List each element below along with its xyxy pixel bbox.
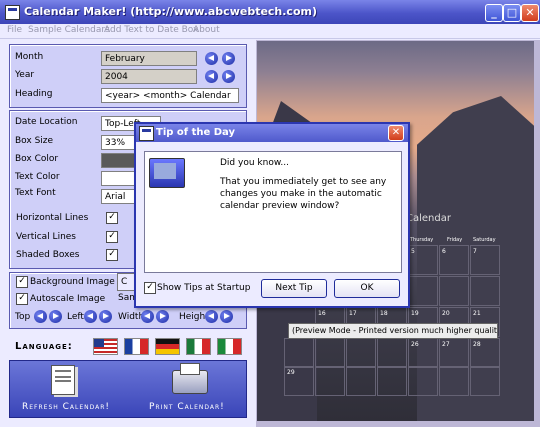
day-cell	[346, 366, 376, 396]
dialog-app-icon	[139, 126, 154, 141]
day-cell: 27	[439, 338, 469, 368]
app-icon	[5, 5, 20, 20]
year-prev-icon[interactable]	[205, 70, 218, 83]
top-label: Top	[15, 312, 31, 322]
left-dec-icon[interactable]	[84, 310, 97, 323]
box-size-label: Box Size	[15, 136, 54, 146]
dialog-title: Tip of the Day	[156, 127, 236, 138]
date-location-label: Date Location	[15, 117, 78, 127]
menu-sample-calendars[interactable]: Sample Calendars	[28, 25, 110, 35]
background-image-checkbox[interactable]: ✓	[16, 276, 28, 288]
language-label: Language:	[15, 341, 73, 352]
day-cell: 28	[470, 338, 500, 368]
text-color-label: Text Color	[15, 172, 60, 182]
month-next-icon[interactable]	[222, 52, 235, 65]
month-prev-icon[interactable]	[205, 52, 218, 65]
us-flag-icon[interactable]	[93, 338, 118, 355]
day-cell	[377, 366, 407, 396]
fr-flag-icon[interactable]	[124, 338, 149, 355]
weekday-label: Friday	[447, 237, 463, 243]
refresh-calendar-button[interactable]: Refresh Calendar!	[22, 402, 110, 412]
text-font-label: Text Font	[15, 188, 56, 198]
year-next-icon[interactable]	[222, 70, 235, 83]
preview-tooltip: (Preview Mode - Printed version much hig…	[288, 323, 498, 339]
print-calendar-button[interactable]: Print Calendar!	[149, 402, 225, 412]
day-cell	[408, 366, 438, 396]
mx-flag-icon[interactable]	[186, 338, 211, 355]
background-image-label: Background Image	[30, 277, 115, 287]
left-label: Left	[67, 312, 84, 322]
horizontal-lines-checkbox[interactable]: ✓	[106, 212, 118, 224]
day-cell	[346, 338, 376, 368]
print-calendar-icon[interactable]	[172, 363, 208, 394]
show-tips-checkbox[interactable]: ✓	[144, 282, 156, 294]
minimize-button[interactable]: _	[485, 4, 503, 22]
menu-file[interactable]: File	[7, 25, 22, 35]
width-dec-icon[interactable]	[141, 310, 154, 323]
close-button[interactable]: ✕	[521, 4, 539, 22]
day-cell	[315, 338, 345, 368]
refresh-calendar-icon[interactable]	[51, 365, 75, 395]
weekday-label: Thursday	[410, 237, 434, 243]
month-field[interactable]: February	[101, 51, 197, 66]
autoscale-checkbox[interactable]: ✓	[16, 293, 28, 305]
tip-text: That you immediately get to see any chan…	[220, 177, 387, 211]
day-cell: 26	[408, 338, 438, 368]
month-label: Month	[15, 52, 44, 62]
vertical-lines-checkbox[interactable]: ✓	[106, 231, 118, 243]
height-dec-icon[interactable]	[205, 310, 218, 323]
day-cell	[315, 366, 345, 396]
day-cell	[439, 366, 469, 396]
window-title: Calendar Maker! (http://www.abcwebtech.c…	[24, 5, 318, 18]
height-inc-icon[interactable]	[220, 310, 233, 323]
shaded-boxes-label: Shaded Boxes	[16, 250, 80, 260]
show-tips-label: Show Tips at Startup	[157, 283, 251, 293]
horizontal-lines-label: Horizontal Lines	[16, 213, 89, 223]
day-cell: 5	[408, 245, 438, 275]
dialog-title-bar: Tip of the Day ✕	[136, 124, 408, 142]
menu-bar: File Sample Calendars Add Text to Date B…	[0, 24, 540, 39]
box-color-label: Box Color	[15, 154, 59, 164]
day-cell	[377, 338, 407, 368]
day-cell: 7	[470, 245, 500, 275]
day-cell: 6	[439, 245, 469, 275]
day-cell: 29	[284, 366, 314, 396]
next-tip-button[interactable]: Next Tip	[261, 279, 327, 298]
maximize-button[interactable]: □	[503, 4, 521, 22]
monitor-icon	[149, 158, 185, 188]
day-cell	[470, 366, 500, 396]
menu-about[interactable]: About	[193, 25, 220, 35]
dialog-close-button[interactable]: ✕	[388, 125, 404, 141]
year-field[interactable]: 2004	[101, 69, 197, 84]
day-cell	[470, 276, 500, 306]
left-inc-icon[interactable]	[99, 310, 112, 323]
weekday-label: Saturday	[473, 237, 496, 243]
year-label: Year	[15, 70, 35, 80]
day-cell	[439, 276, 469, 306]
title-bar: Calendar Maker! (http://www.abcwebtech.c…	[0, 0, 540, 24]
top-dec-icon[interactable]	[34, 310, 47, 323]
width-inc-icon[interactable]	[156, 310, 169, 323]
it-flag-icon[interactable]	[217, 338, 242, 355]
autoscale-label: Autoscale Image	[30, 294, 106, 304]
heading-label: Heading	[15, 89, 53, 99]
day-cell	[284, 338, 314, 368]
did-you-know-text: Did you know...	[220, 158, 289, 168]
de-flag-icon[interactable]	[155, 338, 180, 355]
menu-add-text[interactable]: Add Text to Date Box	[104, 25, 198, 35]
ok-button[interactable]: OK	[334, 279, 400, 298]
heading-field[interactable]: <year> <month> Calendar	[101, 88, 239, 103]
shaded-boxes-checkbox[interactable]: ✓	[106, 249, 118, 261]
tip-of-the-day-dialog: Tip of the Day ✕ Did you know... That yo…	[134, 122, 410, 308]
top-inc-icon[interactable]	[49, 310, 62, 323]
day-cell	[408, 276, 438, 306]
vertical-lines-label: Vertical Lines	[16, 232, 76, 242]
calendar-heading: Calendar	[406, 213, 451, 224]
